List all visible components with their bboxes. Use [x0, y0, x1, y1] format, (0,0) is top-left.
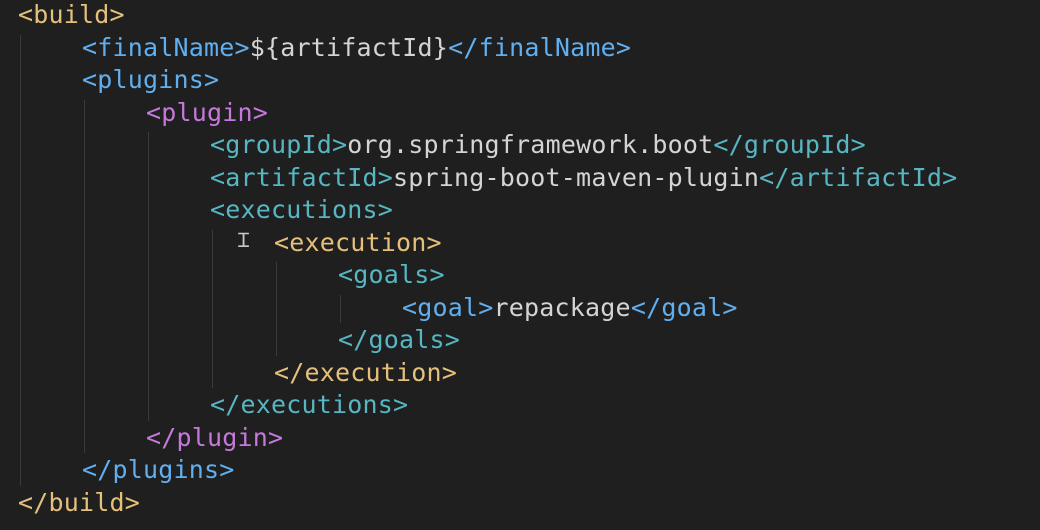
code-line[interactable]: <finalName>${artifactId}</finalName> [82, 32, 631, 64]
tag-name: finalName [97, 32, 235, 62]
text-cursor-icon: Ɪ [238, 228, 250, 252]
code-line[interactable]: <build> [18, 0, 125, 31]
tag-bracket: > [429, 260, 445, 289]
tag-bracket: < [210, 195, 226, 224]
tag-name: build [33, 0, 110, 29]
tag-bracket: < [210, 162, 226, 192]
code-line[interactable]: <artifactId>spring-boot-maven-plugin</ar… [210, 162, 957, 194]
tag-name: artifactId [225, 162, 378, 192]
tag-bracket: < [18, 0, 34, 29]
code-line[interactable]: </goals> [338, 324, 460, 356]
tag-bracket: > [444, 325, 461, 354]
tag-bracket: </ [18, 487, 49, 517]
tag-value: spring-boot-maven-plugin [393, 162, 760, 192]
tag-name: artifactId [789, 162, 943, 192]
tag-bracket: </ [713, 130, 744, 159]
tag-value: repackage [493, 292, 631, 322]
tag-name: plugin [176, 422, 269, 452]
tag-bracket: < [402, 292, 418, 322]
tag-bracket: > [722, 292, 738, 322]
tag-bracket: > [615, 32, 632, 62]
tag-bracket: > [426, 227, 442, 257]
tag-bracket: </ [82, 455, 113, 484]
tag-name: plugins [112, 455, 220, 484]
code-line[interactable]: <goals> [338, 259, 445, 291]
tag-bracket: > [252, 97, 269, 127]
code-line[interactable]: <groupId>org.springframework.boot</group… [210, 129, 866, 161]
code-line[interactable]: </plugin> [146, 422, 283, 454]
tag-bracket: > [332, 130, 348, 159]
tag-name: execution [289, 227, 427, 257]
code-line[interactable]: </plugins> [82, 454, 235, 486]
tag-bracket: > [268, 422, 284, 452]
tag-bracket: </ [210, 390, 241, 419]
tag-value: ${artifactId} [249, 32, 449, 62]
tag-bracket: </ [338, 325, 369, 354]
tag-bracket: > [850, 130, 866, 159]
tag-name: build [48, 487, 125, 517]
tag-bracket: </ [630, 292, 662, 322]
indent-guide [84, 99, 85, 453]
tag-bracket: </ [448, 32, 479, 62]
indent-guide [340, 294, 341, 323]
tag-name: goal [661, 292, 723, 322]
tag-bracket: </ [759, 162, 790, 192]
tag-bracket: > [109, 0, 125, 29]
tag-name: plugin [161, 97, 253, 127]
code-line[interactable]: <goal>repackage</goal> [402, 292, 738, 324]
tag-name: groupId [225, 130, 333, 159]
tag-name: groupId [743, 130, 851, 159]
tag-bracket: > [204, 65, 220, 94]
indent-guide [148, 132, 149, 421]
indent-guide [20, 34, 21, 486]
tag-bracket: > [377, 195, 394, 224]
code-editor[interactable]: Ɪ <build> <finalName>${artifactId}</final… [0, 0, 1040, 530]
tag-name: goal [417, 292, 479, 322]
tag-bracket: > [377, 162, 394, 192]
tag-bracket: > [441, 357, 458, 387]
tag-bracket: > [942, 162, 958, 192]
code-line[interactable]: </execution> [274, 357, 457, 389]
tag-name: executions [240, 390, 394, 419]
tag-bracket: < [274, 227, 290, 257]
tag-bracket: < [82, 32, 98, 62]
tag-bracket: > [219, 455, 235, 484]
code-line[interactable]: <plugin> [146, 97, 268, 129]
tag-bracket: < [146, 97, 162, 127]
tag-name: finalName [478, 32, 616, 62]
code-line[interactable]: <plugins> [82, 64, 219, 96]
tag-bracket: > [234, 32, 250, 62]
tag-value: org.springframework.boot [347, 130, 714, 159]
tag-name: goals [353, 260, 430, 289]
tag-name: executions [225, 195, 378, 224]
tag-bracket: </ [146, 422, 177, 452]
code-line[interactable]: </build> [18, 487, 140, 519]
tag-bracket: > [478, 292, 494, 322]
code-line[interactable]: <executions> [210, 194, 393, 226]
indent-guide [276, 262, 277, 356]
tag-bracket: > [124, 487, 141, 517]
tag-name: goals [368, 325, 445, 354]
tag-bracket: > [393, 390, 409, 419]
tag-bracket: < [338, 260, 354, 289]
tag-name: execution [304, 357, 442, 387]
indent-guide [212, 229, 213, 388]
tag-name: plugins [97, 65, 205, 94]
tag-bracket: < [82, 65, 98, 94]
code-line[interactable]: </executions> [210, 389, 408, 421]
tag-bracket: < [210, 130, 226, 159]
tag-bracket: </ [274, 357, 305, 387]
code-line[interactable]: <execution> [274, 227, 442, 259]
